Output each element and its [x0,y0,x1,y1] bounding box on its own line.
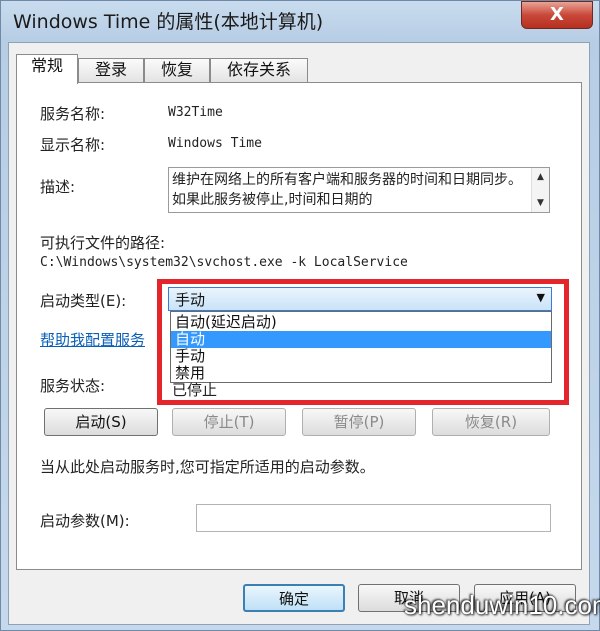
tab-logon[interactable]: 登录 [78,58,144,82]
resume-button[interactable]: 恢复(R) [432,408,550,436]
start-params-label: 启动参数(M): [40,512,130,530]
startup-type-label: 启动类型(E): [40,292,127,310]
title-bar[interactable]: Windows Time 的属性(本地计算机) X [1,1,599,41]
close-icon: X [550,4,564,25]
start-params-input[interactable] [196,504,551,532]
startup-type-select[interactable]: 手动 ▼ [168,287,552,311]
watermark: shenduwin10.com [404,590,600,620]
option-auto-delayed[interactable]: 自动(延迟启动) [171,314,551,331]
option-manual[interactable]: 手动 [171,348,551,365]
start-button[interactable]: 启动(S) [44,408,158,436]
tab-general[interactable]: 常规 [16,54,78,84]
service-name-label: 服务名称: [40,105,106,123]
description-scrollbar[interactable]: ▲ ▼ [531,168,549,212]
option-disabled[interactable]: 禁用 [171,365,551,382]
stop-button[interactable]: 停止(T) [172,408,286,436]
chevron-down-icon[interactable]: ▼ [537,291,545,304]
path-value: C:\Windows\system32\svchost.exe -k Local… [40,255,408,270]
close-button[interactable]: X [521,1,593,29]
description-text: 维护在网络上的所有客户端和服务器的时间和日期同步。如果此服务被停止,时间和日期的 [172,172,522,208]
path-label: 可执行文件的路径: [40,234,166,252]
startup-type-dropdown: 自动(延迟启动) 自动 手动 禁用 [170,311,552,383]
option-auto[interactable]: 自动 [171,331,551,348]
startup-type-value: 手动 [175,291,206,309]
service-status-value: 已停止 [172,381,218,399]
service-name-value: W32Time [168,105,223,120]
display-name-value: Windows Time [168,136,262,151]
scroll-down-icon[interactable]: ▼ [532,196,549,210]
start-params-hint: 当从此处启动服务时,您可指定所适用的启动参数。 [40,458,375,476]
help-configure-link[interactable]: 帮助我配置服务 [40,329,145,350]
tab-dependencies[interactable]: 依存关系 [210,58,308,82]
description-box[interactable]: 维护在网络上的所有客户端和服务器的时间和日期同步。如果此服务被停止,时间和日期的… [168,167,550,213]
ok-button[interactable]: 确定 [243,584,345,612]
tab-recovery[interactable]: 恢复 [144,58,210,82]
scroll-up-icon[interactable]: ▲ [532,170,549,184]
description-label: 描述: [40,178,76,196]
display-name-label: 显示名称: [40,136,106,154]
pause-button[interactable]: 暂停(P) [302,408,416,436]
window-title: Windows Time 的属性(本地计算机) [13,11,324,33]
service-status-label: 服务状态: [40,377,106,395]
